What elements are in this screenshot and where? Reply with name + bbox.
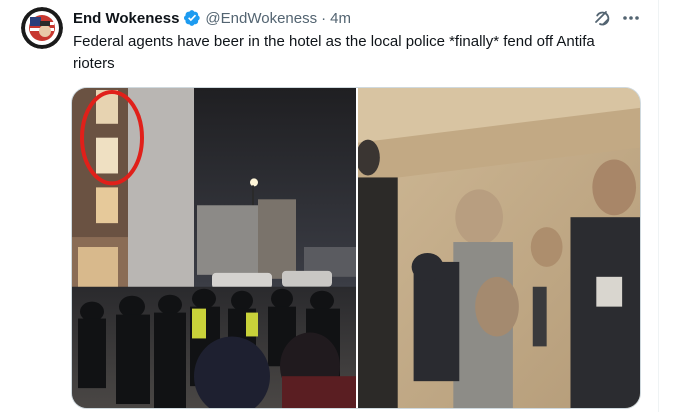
tweet-text: Federal agents have beer in the hotel as…	[73, 33, 595, 72]
avatar[interactable]	[21, 7, 63, 49]
grok-icon[interactable]	[592, 8, 612, 28]
tweet-header: End Wokeness @EndWokeness · 4m	[73, 8, 648, 28]
avatar-logo	[21, 7, 63, 49]
tweet-card[interactable]: End Wokeness @EndWokeness · 4m Federal a…	[0, 0, 678, 412]
header-separator: ·	[321, 9, 327, 27]
agents-inside-hotel-photo[interactable]	[358, 88, 640, 408]
timeline-divider	[658, 0, 659, 412]
author-display-name[interactable]: End Wokeness	[73, 10, 179, 27]
riot-police-outside-hotel-photo[interactable]	[72, 88, 356, 408]
tweet-timestamp[interactable]: 4m	[330, 10, 351, 27]
tweet-media[interactable]	[71, 87, 641, 409]
more-icon[interactable]	[621, 8, 641, 28]
verified-badge-icon[interactable]	[183, 9, 201, 27]
author-handle[interactable]: @EndWokeness	[205, 10, 317, 27]
